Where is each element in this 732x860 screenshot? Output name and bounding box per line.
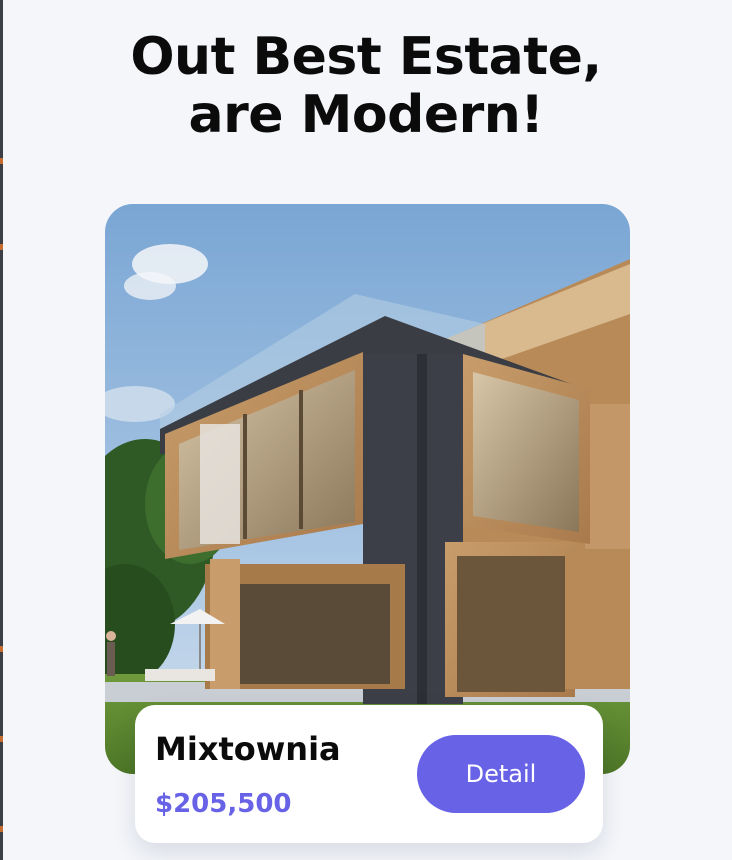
estate-info-card: Mixtownia $205,500 Detail bbox=[135, 705, 603, 843]
page-title-line-1: Out Best Estate, bbox=[130, 27, 602, 87]
page-title-line-2: are Modern! bbox=[188, 85, 544, 145]
estate-price: $205,500 bbox=[155, 789, 292, 819]
page-title: Out Best Estate, are Modern! bbox=[0, 28, 732, 144]
estate-photo bbox=[105, 204, 630, 774]
detail-button[interactable]: Detail bbox=[417, 735, 585, 813]
estate-photo-card[interactable] bbox=[105, 204, 630, 774]
estate-name: Mixtownia bbox=[155, 730, 341, 768]
